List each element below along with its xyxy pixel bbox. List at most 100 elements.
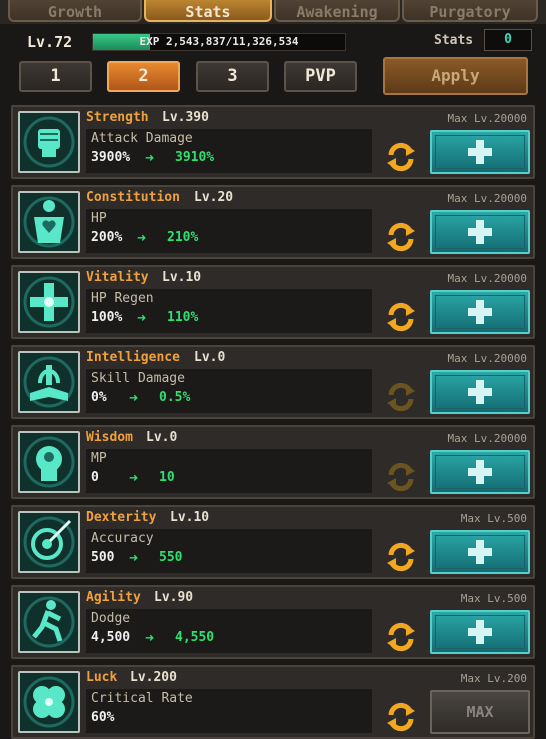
stat-detail-box: HP Regen 100% ➜ 110% [86,289,372,333]
tab-purgatory[interactable]: Purgatory [402,0,538,22]
player-level: Lv.72 [27,33,73,51]
increase-stat-button[interactable] [430,610,530,654]
stat-effect-name: Accuracy [91,531,154,546]
stat-next-value: 210% [167,230,199,245]
stat-current-value: 60% [91,710,115,725]
reset-icon[interactable] [385,541,417,573]
plus-icon-bar [468,628,492,636]
stat-level: Lv.390 [162,110,209,125]
stat-level: Lv.0 [194,350,226,365]
fist-icon [18,111,80,173]
increase-stat-button[interactable] [430,450,530,494]
stat-effect-name: Skill Damage [91,371,185,386]
stat-row-dexterity: Dexterity Lv.10 Max Lv.500 Accuracy 500 … [11,505,535,579]
arrow-right-icon: ➜ [129,549,139,567]
exp-text: EXP 2,543,837/11,326,534 [139,35,299,48]
stat-next-value: 4,550 [175,630,215,645]
reset-icon[interactable] [385,701,417,733]
stat-row-vitality: Vitality Lv.10 Max Lv.20000 HP Regen 100… [11,265,535,339]
stat-detail-box: MP 0 ➜ 10 [86,449,372,493]
stat-next-value: 3910% [175,150,215,165]
stat-current-value: 500 [91,550,115,565]
stat-name: Dexterity [86,510,157,525]
stat-max-level: Max Lv.20000 [447,352,527,365]
increase-stat-button[interactable] [430,530,530,574]
arrow-right-icon: ➜ [137,309,147,327]
stat-effect-name: MP [91,451,107,466]
stat-level: Lv.10 [170,510,210,525]
stat-row-strength: Strength Lv.390 Max Lv.20000 Attack Dama… [11,105,535,179]
stat-points-value: 0 [484,29,532,51]
stat-level: Lv.90 [154,590,194,605]
heart-body-icon [18,191,80,253]
arrow-right-icon: ➜ [145,149,155,167]
tab-awakening[interactable]: Awakening [274,0,400,22]
plus-icon-bar [468,468,492,476]
stat-level: Lv.200 [130,670,177,685]
stat-max-level: Max Lv.500 [460,512,527,525]
stat-max-level: Max Lv.200 [460,672,527,685]
stat-level: Lv.10 [162,270,202,285]
apply-button[interactable]: Apply [383,57,528,95]
increase-stat-button[interactable] [430,130,530,174]
stat-detail-box: Dodge 4,500 ➜ 4,550 [86,609,372,653]
arrow-right-icon: ➜ [129,469,139,487]
stat-row-constitution: Constitution Lv.20 Max Lv.20000 HP 200% … [11,185,535,259]
stat-row-wisdom: Wisdom Lv.0 Max Lv.20000 MP 0 ➜ 10 [11,425,535,499]
arrow-right-icon: ➜ [129,389,139,407]
stat-name: Constitution [86,190,180,205]
stat-max-level: Max Lv.20000 [447,192,527,205]
preset-2-button[interactable]: 2 [107,61,180,92]
increase-stat-button[interactable] [430,370,530,414]
reset-icon[interactable] [385,141,417,173]
stat-max-level: Max Lv.500 [460,592,527,605]
preset-pvp-button[interactable]: PVP [284,61,357,92]
preset-3-button[interactable]: 3 [196,61,269,92]
stat-name: Luck [86,670,118,685]
increase-stat-button[interactable] [430,290,530,334]
tab-stats[interactable]: Stats [144,0,272,22]
max-button: MAX [430,690,530,734]
plus-icon-bar [468,548,492,556]
exp-bar: EXP 2,543,837/11,326,534 [92,33,346,51]
stat-name: Wisdom [86,430,133,445]
reset-icon[interactable] [385,621,417,653]
stat-current-value: 200% [91,230,123,245]
stat-name: Strength [86,110,149,125]
stat-detail-box: HP 200% ➜ 210% [86,209,372,253]
reset-icon [385,461,417,493]
stat-max-level: Max Lv.20000 [447,432,527,445]
stat-effect-name: HP [91,211,107,226]
stat-max-level: Max Lv.20000 [447,272,527,285]
stat-level: Lv.20 [194,190,234,205]
reset-icon[interactable] [385,301,417,333]
running-figure-icon [18,591,80,653]
stat-current-value: 0% [91,390,107,405]
reset-icon[interactable] [385,221,417,253]
stat-name: Intelligence [86,350,180,365]
clover-icon [18,671,80,733]
stat-points-label: Stats [434,33,474,48]
stat-level: Lv.0 [146,430,178,445]
stat-next-value: 10 [159,470,175,485]
stat-current-value: 0 [91,470,99,485]
stat-next-value: 0.5% [159,390,191,405]
target-icon [18,511,80,573]
tab-growth[interactable]: Growth [8,0,142,22]
stat-detail-box: Critical Rate 60% [86,689,372,733]
stat-row-agility: Agility Lv.90 Max Lv.500 Dodge 4,500 ➜ 4… [11,585,535,659]
cross-icon [18,271,80,333]
stat-name: Vitality [86,270,149,285]
book-icon [18,351,80,413]
head-icon [18,431,80,493]
preset-1-button[interactable]: 1 [19,61,92,92]
plus-icon-bar [468,228,492,236]
plus-icon-bar [468,308,492,316]
plus-icon-bar [468,148,492,156]
stat-next-value: 550 [159,550,183,565]
category-tab-bar: Growth Stats Awakening Purgatory [0,0,546,24]
stat-effect-name: Critical Rate [91,691,193,706]
stat-current-value: 100% [91,310,123,325]
increase-stat-button[interactable] [430,210,530,254]
arrow-right-icon: ➜ [137,229,147,247]
